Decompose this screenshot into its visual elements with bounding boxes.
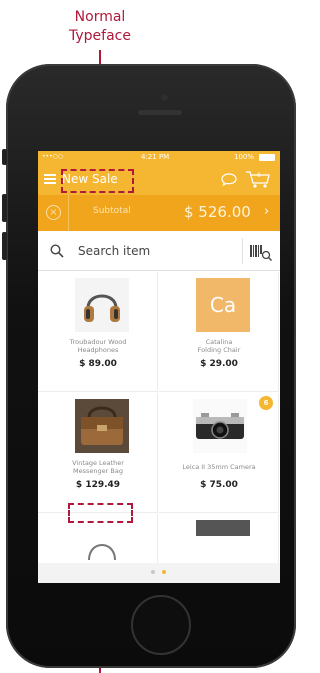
status-time: 4:21 PM <box>141 153 170 161</box>
battery-text: 100% <box>234 153 255 161</box>
product-image-partial <box>196 520 250 536</box>
product-initials-thumbnail: Ca <box>196 278 250 332</box>
product-name: Catalina <box>205 338 233 346</box>
search-input[interactable] <box>78 244 228 258</box>
search-bar <box>38 231 280 271</box>
chevron-right-icon[interactable]: › <box>264 204 269 219</box>
carrier-signal: •••○○ <box>42 153 64 160</box>
product-price: $ 129.49 <box>75 480 121 490</box>
quantity-badge: 6 <box>259 396 273 410</box>
product-name-line2: Folding Chair <box>197 346 241 354</box>
chat-icon[interactable] <box>221 173 237 186</box>
page-dot-1[interactable] <box>151 570 155 574</box>
annotation-line2: Typeface <box>69 28 131 44</box>
annotation-line1: Normal <box>74 9 126 25</box>
stage: Normal Typeface •••○○ 4:21 PM 100% New S… <box>0 0 310 673</box>
product-grid: Troubadour Wood Headphones $ 89.00 Ca Ca… <box>38 272 280 577</box>
front-camera <box>161 94 168 101</box>
menu-icon[interactable] <box>44 174 56 184</box>
search-icon <box>50 244 64 258</box>
camera-image <box>193 399 247 453</box>
mute-switch <box>2 149 7 165</box>
volume-down-button <box>2 232 7 260</box>
messenger-bag-image <box>75 399 129 453</box>
product-tile[interactable]: 6 Leica II 35mm Camera $ 75.00 <box>159 393 279 513</box>
page-dot-2[interactable] <box>162 570 166 574</box>
highlight-title-box <box>61 169 134 193</box>
search-divider <box>242 238 243 264</box>
product-name: Leica II 35mm Camera <box>182 463 256 471</box>
product-name-line2: Headphones <box>77 346 119 354</box>
annotation-top: Normal Typeface <box>40 8 160 46</box>
product-tile[interactable]: Ca Catalina Folding Chair $ 29.00 <box>159 272 279 392</box>
product-name: Troubadour Wood <box>69 338 127 346</box>
subtotal-divider <box>68 195 69 231</box>
product-tile[interactable]: Vintage Leather Messenger Bag $ 129.49 <box>38 393 158 513</box>
product-name: Vintage Leather <box>72 459 124 467</box>
home-button[interactable] <box>131 595 191 655</box>
earpiece-speaker <box>138 110 182 115</box>
product-price: $ 75.00 <box>200 480 238 490</box>
product-price: $ 29.00 <box>200 359 238 369</box>
product-name-line2: Messenger Bag <box>73 467 123 475</box>
headphones-image <box>75 278 129 332</box>
battery-icon <box>259 154 275 161</box>
barcode-scan-icon[interactable] <box>250 243 272 261</box>
subtotal-amount: $ 526.00 <box>184 203 251 221</box>
volume-up-button <box>2 194 7 222</box>
status-bar: •••○○ 4:21 PM 100% <box>38 151 280 165</box>
subtotal-label: Subtotal <box>93 206 131 216</box>
cart-icon[interactable]: 6 <box>245 170 271 189</box>
highlight-price-box <box>68 503 133 523</box>
clear-sale-icon[interactable]: × <box>46 205 61 220</box>
subtotal-bar[interactable]: × Subtotal $ 526.00 › <box>38 195 280 231</box>
page-indicator <box>38 563 280 583</box>
product-tile[interactable]: Troubadour Wood Headphones $ 89.00 <box>38 272 158 392</box>
cart-count-badge: 6 <box>257 172 261 179</box>
product-price: $ 89.00 <box>79 359 117 369</box>
